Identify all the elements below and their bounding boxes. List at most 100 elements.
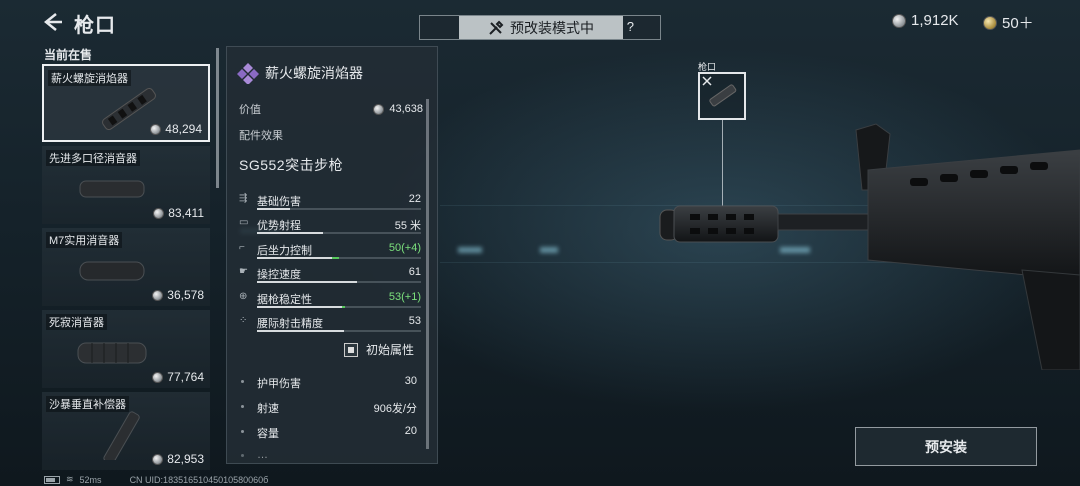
help-button[interactable]: ? [627, 19, 634, 34]
value-number: 43,638 [389, 103, 423, 115]
item-price-value: 82,953 [167, 452, 204, 466]
ping-value: 52ms [79, 474, 102, 485]
list-item[interactable]: M7实用消音器 36,578 [42, 228, 210, 306]
stat-icon: ⌐ [239, 241, 245, 253]
stat-bar [257, 281, 421, 284]
extra-stat-label: … [257, 449, 268, 461]
value-amount: 43,638 [373, 103, 423, 115]
coin-icon [373, 103, 385, 115]
extra-stat-label: 射速 [257, 403, 279, 415]
item-price: 48,294 [150, 122, 202, 136]
stat-bar [257, 208, 421, 210]
wifi-icon: ≋ [66, 474, 74, 484]
stat-label: 基础伤害 [257, 196, 301, 208]
gold-currency[interactable]: 50＋ [983, 12, 1034, 33]
stat-label: 优势射程 [257, 220, 301, 233]
stat-row: ⌐ 后坐力控制 50(+4) [239, 242, 421, 266]
uid-text: CN UID:18351651045010580060б [129, 474, 269, 485]
stat-row: ▭ 优势射程 55 米 [239, 217, 421, 241]
list-item[interactable]: 先进多口径消音器 83,411 [42, 146, 210, 224]
panel-scrollbar[interactable] [426, 99, 429, 449]
list-item[interactable]: 沙暴垂直补偿器 82,953 [42, 392, 210, 470]
stat-value: 61 [408, 266, 421, 279]
wrench-icon [489, 20, 504, 35]
stat-bar-fill [257, 281, 358, 284]
stat-value: 50(+4) [388, 241, 421, 254]
stat-bar-fill [257, 256, 333, 259]
coin-icon [150, 123, 162, 135]
weapon-name: SG552突击步枪 [239, 157, 344, 173]
muzzle-list: 薪火螺旋消焰器 48,294 先进多口径消音器 83,411 M7实用消音器 3… [42, 64, 210, 474]
on-sale-label: 当前在售 [44, 48, 93, 62]
item-price-value: 83,411 [168, 206, 204, 220]
stat-bar-gain [332, 256, 339, 259]
attachment-name: 薪火螺旋消焰器 [265, 65, 363, 81]
stat-row: ⊕ 据枪稳定性 53(+1) [239, 291, 421, 315]
stat-value: 53 [408, 315, 421, 327]
gold-amount: 50＋ [1002, 15, 1034, 32]
bullet-dot [241, 405, 244, 408]
coin-icon [152, 289, 164, 301]
extra-stat-value: 30 [404, 375, 417, 387]
item-price-value: 77,764 [167, 370, 204, 384]
item-price: 36,578 [152, 288, 204, 302]
item-price: 77,764 [152, 370, 204, 384]
stat-icon: ⁘ [239, 315, 248, 326]
stat-bar-fill [257, 232, 323, 235]
wrench-icon [702, 76, 712, 86]
stat-value: 53(+1) [388, 290, 421, 303]
premod-mode-banner: 预改装模式中 ? [419, 15, 661, 40]
stat-icon: ⊕ [239, 290, 248, 302]
gold-coin-icon [983, 15, 997, 30]
stat-label: 操控速度 [257, 269, 301, 282]
item-price-value: 48,294 [165, 122, 202, 136]
checkbox[interactable] [344, 342, 358, 357]
item-price-value: 36,578 [167, 288, 204, 302]
attachment-header: 薪火螺旋消焰器 [237, 62, 363, 84]
stat-icon: ⇶ [239, 193, 248, 204]
stat-label: 腰际射击精度 [257, 318, 323, 330]
premod-mode-label: 预改装模式中 [510, 19, 594, 36]
stat-bar-fill [257, 208, 290, 210]
rifle-model-image [659, 123, 1080, 370]
initial-attributes-label: 初始属性 [366, 343, 415, 357]
premod-mode-button[interactable]: 预改装模式中 [459, 16, 623, 39]
stat-bar [257, 232, 421, 235]
stat-bar [257, 256, 421, 259]
stat-label: 据枪稳定性 [257, 293, 312, 306]
stat-bar-fill [257, 305, 343, 308]
effect-label-text: 配件效果 [239, 130, 283, 142]
stat-icon: ☛ [239, 266, 248, 278]
preinstall-button[interactable]: 预安装 [855, 427, 1037, 466]
extra-stat-label: 容量 [257, 428, 279, 440]
stat-row: ☛ 操控速度 61 [239, 266, 421, 290]
stat-bar [257, 330, 421, 332]
back-arrow-icon[interactable] [42, 12, 64, 32]
item-price: 82,953 [152, 452, 204, 466]
silver-currency: 1,912K [892, 12, 959, 29]
stat-value: 55 米 [394, 220, 421, 233]
silver-coin-icon [892, 13, 906, 28]
list-scrollbar[interactable] [216, 48, 219, 188]
coin-icon [152, 371, 164, 383]
coin-icon [153, 207, 165, 219]
rarity-diamond-icon [237, 63, 259, 84]
stat-bar-fill [257, 330, 344, 332]
coin-icon [152, 453, 164, 465]
effect-label: 配件效果 [239, 127, 423, 143]
initial-attributes-toggle[interactable]: 初始属性 [344, 341, 414, 358]
value-label: 价值 [239, 104, 261, 116]
extra-stat-label: 护甲伤害 [257, 378, 301, 390]
stat-bar-gain [342, 305, 346, 308]
bullet-dot [241, 380, 244, 383]
list-item[interactable]: 死寂消音器 77,764 [42, 310, 210, 388]
stat-icon: ▭ [239, 217, 249, 229]
stat-value: 22 [408, 193, 421, 205]
page-title: 枪口 [74, 15, 116, 37]
extra-stat-value: 906发/分 [373, 403, 417, 415]
bullet-dot [241, 430, 244, 433]
list-item[interactable]: 薪火螺旋消焰器 48,294 [42, 64, 210, 142]
stat-row: ⇶ 基础伤害 22 [239, 193, 421, 217]
status-bar: ≋ 52ms CN UID:18351651045010580060б [44, 474, 268, 485]
stat-label: 后坐力控制 [257, 244, 312, 257]
